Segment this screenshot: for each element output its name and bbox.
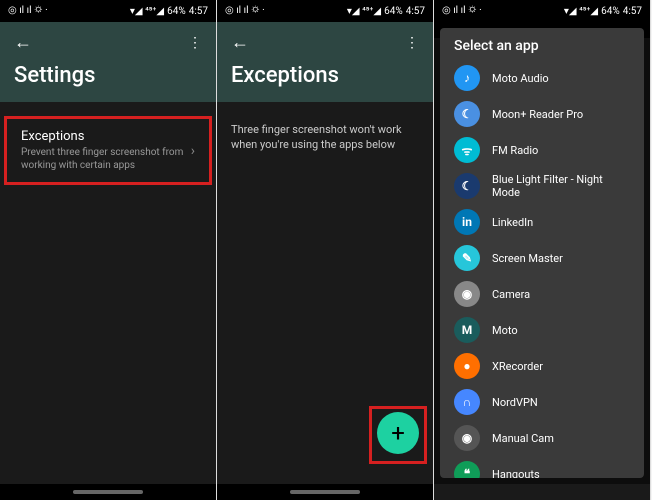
header: ← ⋮ Settings [0,22,216,102]
screen-settings: ◎ ıl ıl 🌣 · ▾◢ ⁴⁵⁺◢ 64% 4:57 ← ⋮ Setting… [0,0,217,500]
app-label: FM Radio [492,144,538,157]
app-row[interactable]: ◉ Manual Cam [440,420,644,456]
app-label: Camera [492,288,530,301]
app-icon: ☾ [454,101,480,127]
app-label: Hangouts [492,468,540,479]
status-right: ▾◢ ⁴⁵⁺◢ 64% 4:57 [347,6,425,17]
status-left: ◎ ıl ıl 🌣 · [8,3,48,20]
status-left: ◎ ıl ıl 🌣 · [225,3,265,20]
status-bar: ◎ ıl ıl 🌣 · ▾◢ ⁴⁵⁺◢ 64% 4:57 [434,0,650,22]
app-label: Moon+ Reader Pro [492,108,583,121]
app-icon: ● [454,353,480,379]
app-list[interactable]: ♪ Moto Audio ☾ Moon+ Reader Pro ᯤ FM Radio ☾ Bl… [440,60,644,478]
highlight-box: Exceptions Prevent three finger screensh… [4,116,212,185]
signal-icon: ▾◢ ⁴⁵⁺◢ [347,6,381,17]
header: ← ⋮ Exceptions [217,22,433,102]
app-picker-sheet: Select an app ♪ Moto Audio ☾ Moon+ Reader P… [440,28,644,478]
app-row[interactable]: ♪ Moto Audio [440,60,644,96]
overflow-menu-icon[interactable]: ⋮ [405,35,419,51]
app-label: Moto [492,324,518,337]
clock: 4:57 [623,6,642,17]
app-label: Manual Cam [492,432,554,445]
app-label: NordVPN [492,396,538,409]
app-row[interactable]: in LinkedIn [440,204,644,240]
nav-bar[interactable] [217,484,433,500]
add-button[interactable]: + [377,412,419,454]
plus-icon: + [391,419,405,447]
status-right: ▾◢ ⁴⁵⁺◢ 64% 4:57 [564,6,642,17]
app-icon: ∩ [454,389,480,415]
item-subtitle: Prevent three finger screenshot from wor… [21,146,191,172]
app-icon: ◉ [454,281,480,307]
app-icon: M [454,317,480,343]
info-text: Three finger screenshot won't work when … [217,116,433,167]
signal-icon: ▾◢ ⁴⁵⁺◢ [564,6,598,17]
app-icon: ✎ [454,245,480,271]
back-icon[interactable]: ← [14,32,32,53]
signal-icon: ▾◢ ⁴⁵⁺◢ [130,6,164,17]
chevron-right-icon: › [191,143,195,159]
app-row[interactable]: ❝ Hangouts [440,456,644,478]
app-row[interactable]: ✎ Screen Master [440,240,644,276]
app-label: Moto Audio [492,72,549,85]
app-row[interactable]: ◉ Camera [440,276,644,312]
status-bar: ◎ ıl ıl 🌣 · ▾◢ ⁴⁵⁺◢ 64% 4:57 [217,0,433,22]
exceptions-item[interactable]: Exceptions Prevent three finger screensh… [7,119,209,182]
app-row[interactable]: ᯤ FM Radio [440,132,644,168]
page-title: Settings [14,63,202,88]
clock: 4:57 [406,6,425,17]
app-row[interactable]: ☾ Moon+ Reader Pro [440,96,644,132]
app-icon: ☾ [454,173,480,199]
overflow-menu-icon[interactable]: ⋮ [188,35,202,51]
app-label: LinkedIn [492,216,533,229]
clock: 4:57 [189,6,208,17]
app-label: Blue Light Filter - Night Mode [492,173,630,199]
item-title: Exceptions [21,129,191,144]
back-icon[interactable]: ← [231,32,249,53]
battery-text: 64% [167,6,186,17]
page-title: Exceptions [231,63,419,88]
status-right: ▾◢ ⁴⁵⁺◢ 64% 4:57 [130,6,208,17]
content-area: Exceptions Prevent three finger screensh… [0,102,216,484]
battery-text: 64% [384,6,403,17]
app-row[interactable]: ● XRecorder [440,348,644,384]
screen-exceptions: ◎ ıl ıl 🌣 · ▾◢ ⁴⁵⁺◢ 64% 4:57 ← ⋮ Excepti… [217,0,434,500]
app-row[interactable]: ∩ NordVPN [440,384,644,420]
status-bar: ◎ ıl ıl 🌣 · ▾◢ ⁴⁵⁺◢ 64% 4:57 [0,0,216,22]
app-label: Screen Master [492,252,563,265]
app-icon: ♪ [454,65,480,91]
app-icon: ◉ [454,425,480,451]
app-label: XRecorder [492,360,543,373]
app-row[interactable]: M Moto [440,312,644,348]
app-icon: in [454,209,480,235]
app-icon: ❝ [454,461,480,478]
nav-bar[interactable] [0,484,216,500]
modal-overlay[interactable]: Select an app ♪ Moto Audio ☾ Moon+ Reader P… [434,22,650,484]
content-area: Three finger screenshot won't work when … [217,102,433,484]
app-row[interactable]: ☾ Blue Light Filter - Night Mode [440,168,644,204]
screen-app-picker: ◎ ıl ıl 🌣 · ▾◢ ⁴⁵⁺◢ 64% 4:57 Select an a… [434,0,651,500]
sheet-title: Select an app [440,28,644,60]
status-left: ◎ ıl ıl 🌣 · [442,3,482,20]
battery-text: 64% [601,6,620,17]
app-icon: ᯤ [454,137,480,163]
